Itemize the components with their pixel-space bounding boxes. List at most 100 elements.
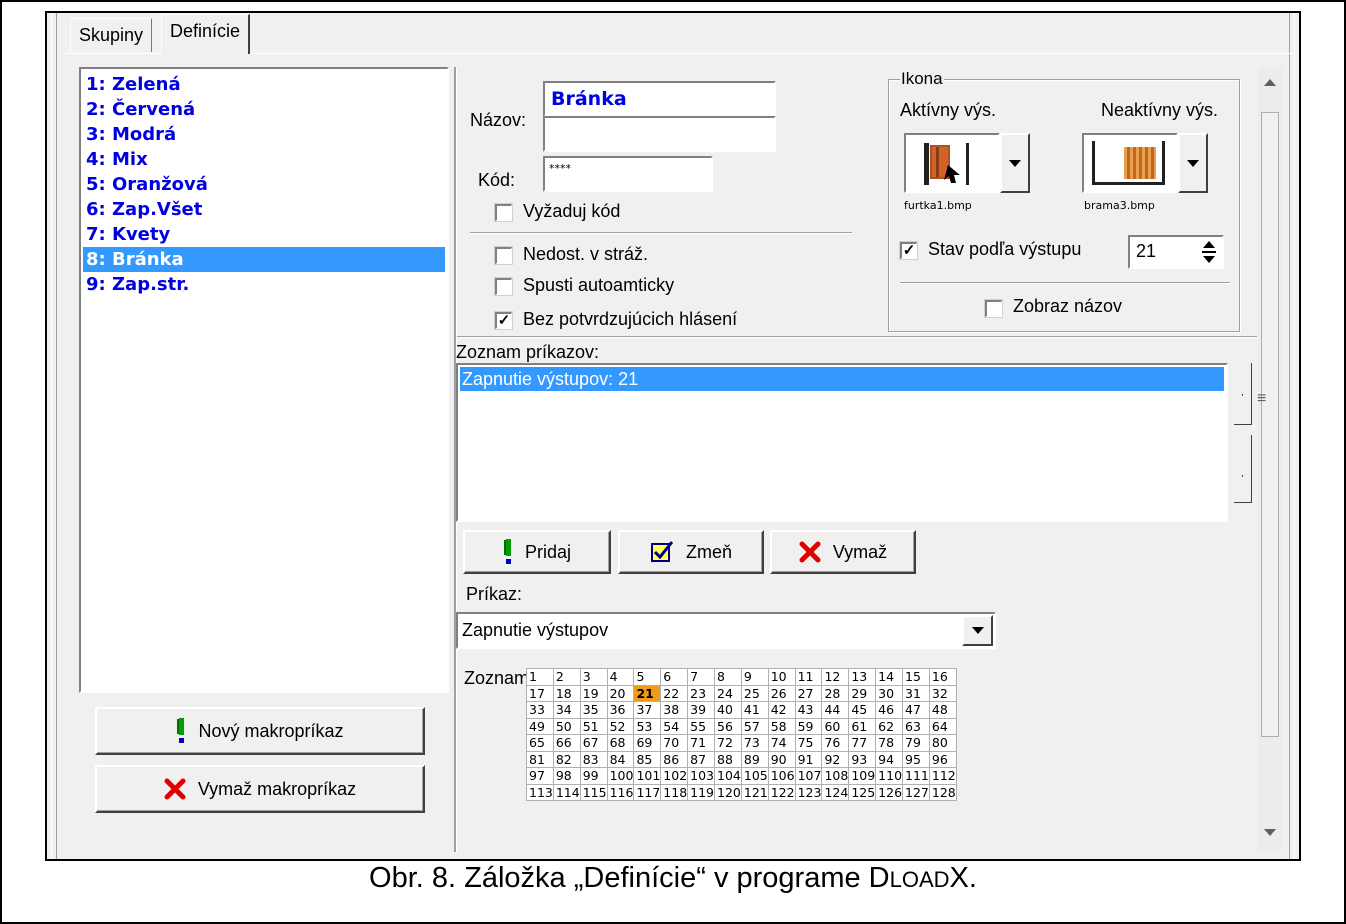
name-line2-field[interactable]: [543, 116, 776, 152]
inactive-icon-dropdown[interactable]: [1178, 133, 1208, 193]
output-cell[interactable]: 6: [660, 668, 689, 686]
output-cell[interactable]: 48: [928, 701, 957, 719]
output-cell[interactable]: 37: [633, 701, 662, 719]
no-confirm-checkbox[interactable]: ✓: [495, 312, 512, 329]
output-cell[interactable]: 63: [902, 717, 930, 735]
delete-macro-button[interactable]: Vymaž makropríkaz: [95, 765, 425, 813]
output-cell[interactable]: 85: [633, 750, 662, 768]
state-by-output-checkbox[interactable]: ✓: [900, 242, 917, 259]
inactive-icon-preview[interactable]: [1082, 133, 1178, 193]
output-cell[interactable]: 60: [821, 717, 850, 735]
output-cell[interactable]: 7: [687, 668, 716, 686]
output-cell[interactable]: 103: [687, 767, 716, 785]
macro-list-item[interactable]: 5: Oranžová: [83, 172, 445, 197]
output-cell[interactable]: 58: [767, 717, 796, 735]
output-cell[interactable]: 36: [606, 701, 635, 719]
output-cell[interactable]: 98: [552, 767, 581, 785]
output-cell[interactable]: 28: [821, 684, 850, 702]
output-cell[interactable]: 100: [606, 767, 635, 785]
output-cell[interactable]: 42: [767, 701, 796, 719]
output-cell[interactable]: 123: [794, 783, 823, 801]
output-cell[interactable]: 46: [875, 701, 904, 719]
output-cell[interactable]: 74: [767, 734, 796, 752]
output-cell[interactable]: 95: [902, 750, 930, 768]
output-cell[interactable]: 110: [875, 767, 904, 785]
output-cell[interactable]: 99: [579, 767, 608, 785]
output-cell[interactable]: 127: [902, 783, 930, 801]
macro-list-item[interactable]: 4: Mix: [83, 147, 445, 172]
output-cell[interactable]: 35: [579, 701, 608, 719]
output-cell[interactable]: 16: [928, 668, 957, 686]
tab-skupiny[interactable]: Skupiny: [70, 18, 153, 52]
output-cell[interactable]: 22: [660, 684, 689, 702]
output-cell[interactable]: 65: [526, 734, 554, 752]
output-cell[interactable]: 81: [526, 750, 554, 768]
output-cell[interactable]: 26: [767, 684, 796, 702]
output-cell[interactable]: 101: [633, 767, 662, 785]
output-cell[interactable]: 79: [902, 734, 930, 752]
output-cell[interactable]: 97: [526, 767, 554, 785]
add-command-button[interactable]: Pridaj: [463, 530, 611, 574]
output-cell[interactable]: 49: [526, 717, 554, 735]
output-cell[interactable]: 109: [848, 767, 877, 785]
output-cell[interactable]: 75: [794, 734, 823, 752]
spin-down-icon[interactable]: [1203, 256, 1215, 263]
output-cell[interactable]: 24: [714, 684, 742, 702]
output-cell[interactable]: 114: [552, 783, 581, 801]
auto-run-checkbox[interactable]: [495, 278, 512, 295]
output-cell[interactable]: 122: [767, 783, 796, 801]
output-cell[interactable]: 44: [821, 701, 850, 719]
require-code-checkbox[interactable]: [495, 204, 512, 221]
output-cell[interactable]: 102: [660, 767, 689, 785]
output-cell[interactable]: 117: [633, 783, 662, 801]
output-cell[interactable]: 9: [740, 668, 769, 686]
output-cell[interactable]: 112: [928, 767, 957, 785]
macro-list-item[interactable]: 8: Bránka: [83, 247, 445, 272]
output-cell[interactable]: 31: [902, 684, 930, 702]
output-cell[interactable]: 3: [579, 668, 608, 686]
output-cell[interactable]: 124: [821, 783, 850, 801]
output-cell[interactable]: 56: [714, 717, 742, 735]
new-macro-button[interactable]: Nový makropríkaz: [95, 707, 425, 755]
output-cell[interactable]: 52: [606, 717, 635, 735]
output-cell[interactable]: 34: [552, 701, 581, 719]
name-line1-field[interactable]: Bránka: [543, 81, 776, 117]
output-cell[interactable]: 10: [767, 668, 796, 686]
output-cell[interactable]: 13: [848, 668, 877, 686]
spin-up-icon[interactable]: [1203, 241, 1215, 248]
output-cell[interactable]: 12: [821, 668, 850, 686]
output-cell[interactable]: 96: [928, 750, 957, 768]
output-cell[interactable]: 47: [902, 701, 930, 719]
active-icon-dropdown[interactable]: [1000, 133, 1030, 193]
output-cell[interactable]: 57: [740, 717, 769, 735]
output-cell[interactable]: 126: [875, 783, 904, 801]
macro-list-item[interactable]: 7: Kvety: [83, 222, 445, 247]
spinner-arrows[interactable]: [1198, 238, 1220, 266]
output-cell[interactable]: 39: [687, 701, 716, 719]
output-cell[interactable]: 15: [902, 668, 930, 686]
output-cell[interactable]: 40: [714, 701, 742, 719]
output-cell[interactable]: 18: [552, 684, 581, 702]
output-cell[interactable]: 11: [794, 668, 823, 686]
output-cell[interactable]: 80: [928, 734, 957, 752]
output-cell[interactable]: 17: [526, 684, 554, 702]
output-cell[interactable]: 125: [848, 783, 877, 801]
output-cell[interactable]: 84: [606, 750, 635, 768]
output-cell[interactable]: 76: [821, 734, 850, 752]
vertical-scrollbar[interactable]: [1258, 67, 1282, 850]
output-cell[interactable]: 104: [714, 767, 742, 785]
output-cell[interactable]: 4: [606, 668, 635, 686]
output-cell[interactable]: 87: [687, 750, 716, 768]
command-select[interactable]: Zapnutie výstupov: [456, 612, 996, 649]
output-cell[interactable]: 2: [552, 668, 581, 686]
output-cell[interactable]: 55: [687, 717, 716, 735]
command-select-dropdown[interactable]: [962, 615, 993, 646]
output-cell[interactable]: 71: [687, 734, 716, 752]
output-cell[interactable]: 21: [633, 684, 662, 702]
macro-list-item[interactable]: 9: Zap.str.: [83, 272, 445, 297]
output-cell[interactable]: 8: [714, 668, 742, 686]
output-cell[interactable]: 93: [848, 750, 877, 768]
macro-list-item[interactable]: 6: Zap.Všet: [83, 197, 445, 222]
output-cell[interactable]: 61: [848, 717, 877, 735]
output-cell[interactable]: 107: [794, 767, 823, 785]
